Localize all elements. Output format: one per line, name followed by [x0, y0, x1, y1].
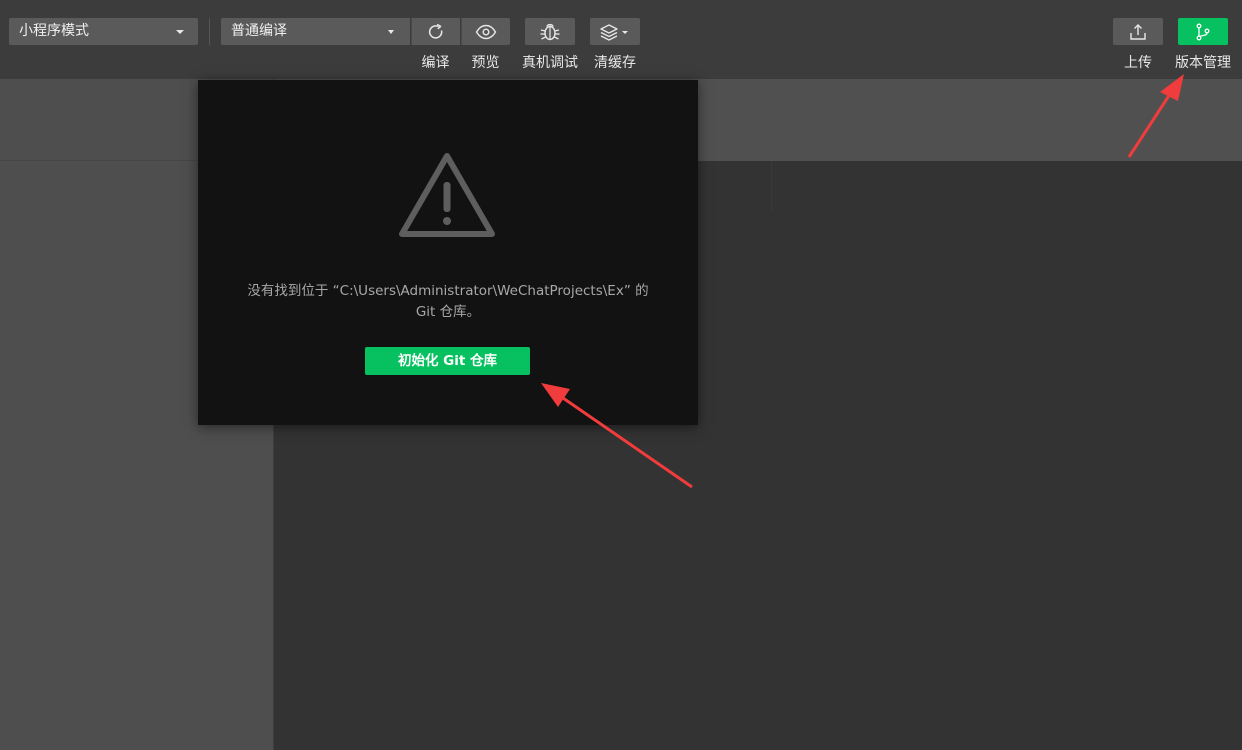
clear-cache-label: 清缓存	[594, 55, 636, 71]
pane-splitter[interactable]	[771, 161, 772, 211]
compile-label: 编译	[421, 55, 450, 71]
upload-icon	[1130, 23, 1146, 40]
devtools-window: 小程序模式 普通编译 编译 预览 真机调试 清缓存 上传 版本管理 没有找到位于…	[0, 0, 1242, 750]
no-repo-message-line2: Git 仓库。	[415, 304, 481, 320]
eye-icon	[475, 24, 497, 39]
init-git-repo-button[interactable]: 初始化 Git 仓库	[365, 347, 530, 375]
toolbar: 小程序模式 普通编译 编译 预览 真机调试 清缓存 上传 版本管理	[0, 0, 1242, 79]
preview-label: 预览	[471, 55, 500, 71]
compile-mode-value: 普通编译	[231, 23, 287, 39]
mode-select-value: 小程序模式	[19, 23, 89, 39]
layers-icon	[600, 23, 628, 41]
mode-select[interactable]: 小程序模式	[9, 18, 198, 45]
compile-button[interactable]	[411, 18, 460, 45]
preview-button[interactable]	[461, 18, 510, 45]
bug-icon	[540, 23, 560, 40]
version-management-dialog: 没有找到位于 “C:\Users\Administrator\WeChatPro…	[198, 80, 698, 425]
upload-button[interactable]	[1113, 18, 1163, 45]
upload-label: 上传	[1124, 55, 1152, 71]
chevron-down-icon	[622, 30, 628, 34]
version-management-label: 版本管理	[1175, 55, 1231, 71]
remote-debug-label: 真机调试	[522, 55, 578, 71]
chevron-down-icon	[388, 30, 394, 34]
no-repo-message-line1: 没有找到位于 “C:\Users\Administrator\WeChatPro…	[247, 283, 649, 299]
clear-cache-button[interactable]	[590, 18, 640, 45]
compile-mode-select[interactable]: 普通编译	[221, 18, 410, 45]
chevron-down-icon	[176, 30, 184, 34]
toolbar-divider	[209, 18, 210, 45]
branch-icon	[1196, 23, 1210, 40]
no-repo-message: 没有找到位于 “C:\Users\Administrator\WeChatPro…	[198, 281, 698, 323]
refresh-icon	[428, 23, 443, 39]
version-management-button[interactable]	[1178, 18, 1228, 45]
warning-triangle-icon	[399, 153, 495, 237]
remote-debug-button[interactable]	[525, 18, 575, 45]
